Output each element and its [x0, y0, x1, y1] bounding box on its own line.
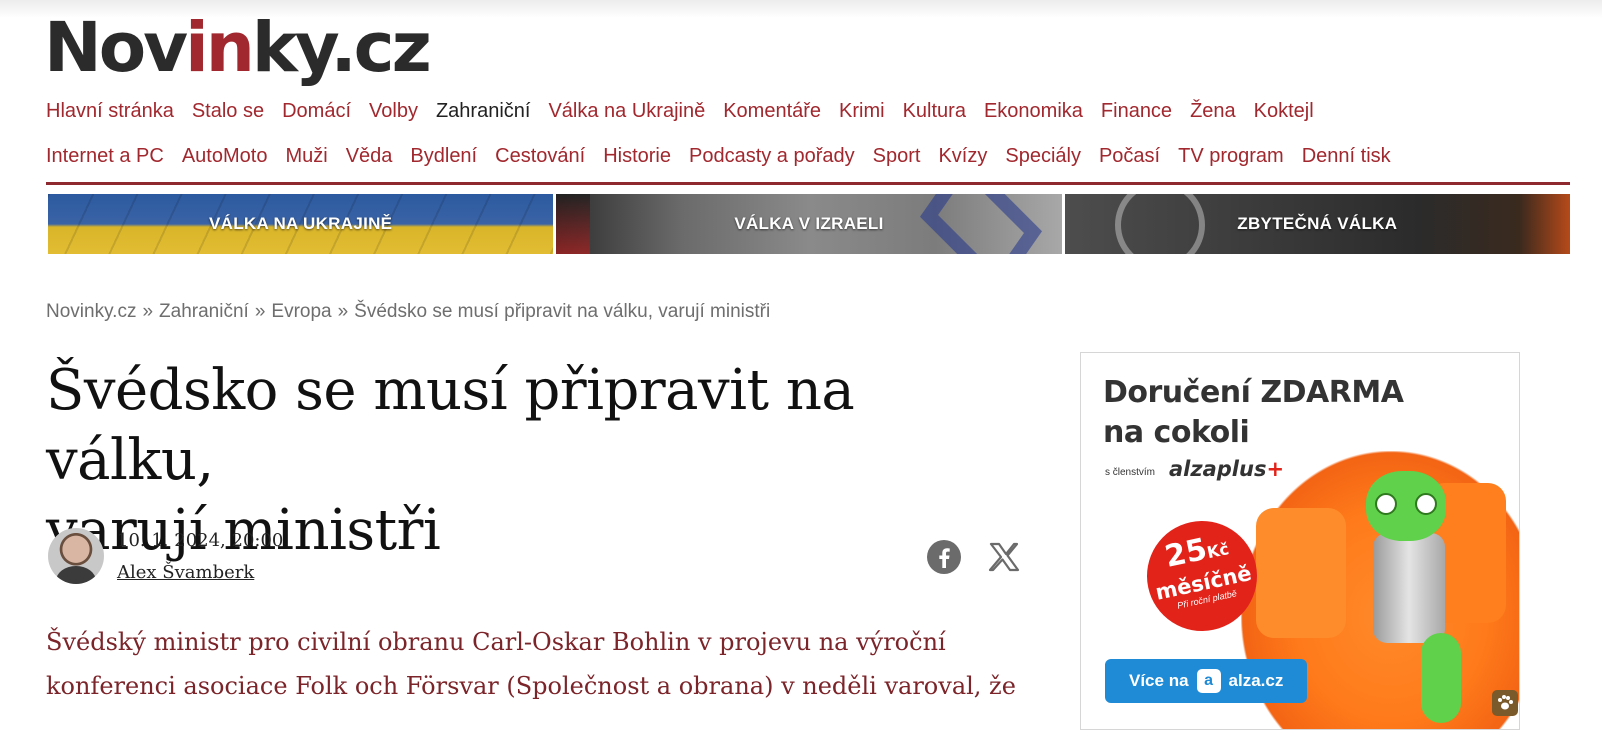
ad-brand-logo: alzaplus+: [1169, 457, 1284, 481]
banner-valka-na-ukrajine[interactable]: VÁLKA NA UKRAJINĚ: [48, 194, 554, 254]
x-icon: [988, 542, 1020, 572]
ad-subline: s členstvím: [1105, 467, 1156, 478]
banner-label: VÁLKA V IZRAELI: [734, 214, 884, 233]
nav-item-ekonomika[interactable]: Ekonomika: [984, 100, 1083, 123]
ad-headline-line-2: na cokoli: [1103, 415, 1250, 450]
nav-item-hlavni-stranka[interactable]: Hlavní stránka: [46, 100, 174, 123]
ad-mascot-body: [1373, 533, 1445, 643]
banner-label: VÁLKA NA UKRAJINĚ: [209, 214, 393, 233]
nav-item-sport[interactable]: Sport: [873, 145, 921, 168]
breadcrumb-separator: »: [337, 301, 349, 322]
paw-icon[interactable]: [1492, 690, 1518, 716]
nav-item-automoto[interactable]: AutoMoto: [182, 145, 268, 168]
banner-valka-v-izraeli[interactable]: VÁLKA V IZRAELI: [556, 194, 1062, 254]
star-of-david-icon: [920, 194, 1043, 254]
nav-item-stalo-se[interactable]: Stalo se: [192, 100, 264, 123]
main-nav-row-2: Internet a PC AutoMoto Muži Věda Bydlení…: [46, 145, 1571, 168]
site-logo[interactable]: Novinky.cz: [44, 8, 432, 88]
nav-item-internet-a-pc[interactable]: Internet a PC: [46, 145, 164, 168]
nav-item-krimi[interactable]: Krimi: [839, 100, 885, 123]
ad-mascot-eye: [1375, 493, 1397, 515]
ad-mascot-eye: [1415, 493, 1437, 515]
logo-text-end: ky.cz: [251, 8, 432, 88]
nav-item-kvizy[interactable]: Kvízy: [938, 145, 987, 168]
ad-brand-plus: plus: [1216, 457, 1267, 481]
ad-cta-label: Více na: [1129, 671, 1189, 690]
article-lead-line-1: Švédský ministr pro civilní obranu Carl-…: [46, 628, 946, 656]
nav-item-specialy[interactable]: Speciály: [1005, 145, 1081, 168]
article-lead-line-2: konferenci asociace Folk och Försvar (Sp…: [46, 672, 1016, 700]
alza-advertisement[interactable]: Doručení ZDARMA na cokoli s členstvím al…: [1080, 352, 1520, 730]
ad-cta-button[interactable]: Více na a alza.cz: [1105, 659, 1307, 703]
alza-logo-icon: a: [1196, 669, 1221, 693]
ad-cushion-image: [1256, 508, 1346, 638]
nav-item-komentare[interactable]: Komentáře: [723, 100, 821, 123]
ad-brand-plus-sign: +: [1266, 457, 1285, 481]
nav-item-volby[interactable]: Volby: [369, 100, 418, 123]
ad-cta-brand: alza.cz: [1228, 671, 1284, 690]
nav-item-pocasi[interactable]: Počasí: [1099, 145, 1160, 168]
nav-item-kultura[interactable]: Kultura: [903, 100, 966, 123]
breadcrumb: Novinky.cz» Zahraniční» Evropa» Švédsko se …: [46, 301, 770, 323]
banner-zbytecna-valka[interactable]: ZBYTEČNÁ VÁLKA: [1064, 194, 1570, 254]
breadcrumb-evropa[interactable]: Evropa: [271, 301, 331, 322]
banner-flag-stripe: [556, 194, 591, 254]
nav-item-tv-program[interactable]: TV program: [1178, 145, 1284, 168]
ad-headline: Doručení ZDARMA na cokoli: [1103, 373, 1404, 453]
nav-item-historie[interactable]: Historie: [603, 145, 671, 168]
nav-item-podcasty[interactable]: Podcasty a pořady: [689, 145, 855, 168]
nav-item-domaci[interactable]: Domácí: [282, 100, 351, 123]
ad-headline-line-1: Doručení ZDARMA: [1103, 375, 1404, 410]
nav-item-denni-tisk[interactable]: Denní tisk: [1302, 145, 1391, 168]
logo-text-start: Nov: [44, 8, 188, 88]
breadcrumb-current: Švédsko se musí připravit na válku, varu…: [354, 301, 771, 322]
nav-item-muzi[interactable]: Muži: [285, 145, 327, 168]
breadcrumb-zahranicni[interactable]: Zahraniční: [159, 301, 249, 322]
article-date: 10. 1. 2024, 20:00: [117, 530, 284, 551]
topic-banners: VÁLKA NA UKRAJINĚ VÁLKA V IZRAELI ZBYTEČ…: [48, 194, 1570, 254]
ad-badge-currency: Kč: [1205, 539, 1231, 563]
nav-divider: [46, 182, 1570, 185]
ad-mascot-leg: [1421, 633, 1461, 723]
nav-item-zahranicni[interactable]: Zahraniční: [436, 100, 531, 123]
facebook-share-button[interactable]: [927, 540, 961, 574]
main-nav-row-1: Hlavní stránka Stalo se Domácí Volby Zah…: [46, 100, 1571, 123]
article-title-line-1: Švédsko se musí připravit na válku,: [46, 358, 855, 493]
breadcrumb-home[interactable]: Novinky.cz: [46, 301, 136, 322]
breadcrumb-separator: »: [254, 301, 266, 322]
microphone-icon: [1114, 194, 1205, 254]
author-avatar[interactable]: [48, 528, 104, 584]
x-share-button[interactable]: [987, 540, 1021, 574]
ad-badge-number: 25: [1161, 531, 1211, 575]
ad-brand-name: alza: [1169, 457, 1217, 481]
logo-text-accent: in: [185, 8, 255, 88]
nav-item-veda[interactable]: Věda: [346, 145, 393, 168]
author-link[interactable]: Alex Švamberk: [117, 562, 254, 583]
nav-item-koktejl[interactable]: Koktejl: [1254, 100, 1314, 123]
banner-label: ZBYTEČNÁ VÁLKA: [1237, 214, 1398, 233]
nav-item-bydleni[interactable]: Bydlení: [410, 145, 477, 168]
breadcrumb-separator: »: [142, 301, 154, 322]
facebook-icon: [927, 540, 961, 574]
article-lead: Švédský ministr pro civilní obranu Carl-…: [46, 620, 1036, 708]
nav-item-cestovani[interactable]: Cestování: [495, 145, 585, 168]
nav-item-zena[interactable]: Žena: [1190, 100, 1236, 123]
nav-item-finance[interactable]: Finance: [1101, 100, 1172, 123]
nav-item-valka-na-ukrajine[interactable]: Válka na Ukrajině: [548, 100, 705, 123]
